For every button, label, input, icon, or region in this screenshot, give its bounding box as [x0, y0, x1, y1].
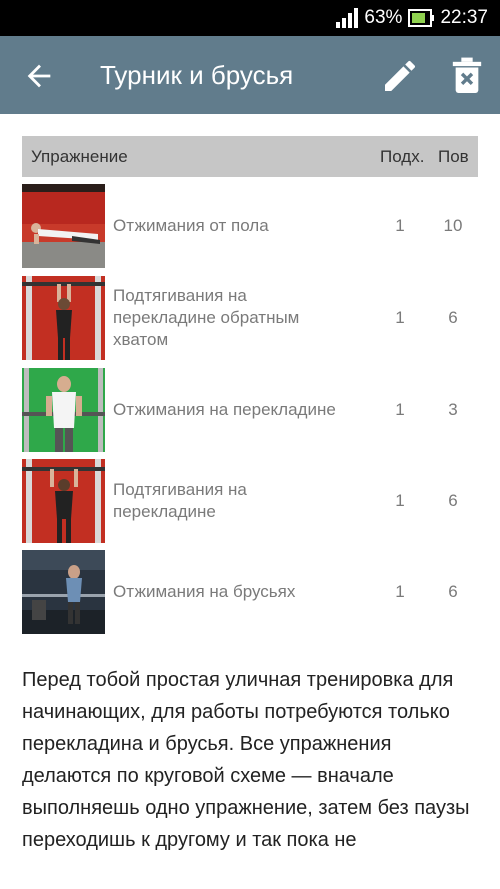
status-bar-right: 63% 22:37: [336, 0, 488, 36]
exercise-name: Отжимания на брусьях: [113, 582, 296, 601]
bar-dip-photo: [22, 368, 105, 452]
exercise-reps: 6: [448, 582, 458, 601]
column-header-exercise: Упражнение: [31, 147, 128, 166]
chinup-reverse-grip-photo: [22, 276, 105, 360]
exercise-reps: 6: [448, 308, 458, 327]
exercise-reps: 3: [448, 400, 458, 419]
exercise-sets: 1: [395, 491, 405, 510]
clock: 22:37: [440, 7, 488, 28]
exercise-reps: 6: [448, 491, 458, 510]
exercise-row[interactable]: Подтягивания на перекладине 1 6: [22, 459, 478, 543]
exercise-sets: 1: [395, 582, 405, 601]
column-header-reps: Пов: [438, 147, 469, 166]
exercise-row[interactable]: Подтягивания на перекладине обратным хва…: [22, 276, 478, 360]
parallel-bar-dip-photo: [22, 550, 105, 634]
exercise-row[interactable]: Отжимания от пола 1 10: [22, 184, 478, 268]
app-bar: Турник и брусья: [0, 36, 500, 114]
pullup-photo: [22, 459, 105, 543]
status-bar: 63% 22:37: [0, 0, 500, 36]
exercise-reps: 10: [443, 216, 463, 235]
exercise-row[interactable]: Отжимания на брусьях 1 6: [22, 550, 478, 634]
battery-icon: [408, 9, 435, 27]
exercise-name: Подтягивания на перекладине обратным хва…: [113, 286, 300, 349]
page-title: Турник и брусья: [100, 60, 294, 90]
exercise-sets: 1: [395, 400, 405, 419]
exercise-name: Отжимания от пола: [113, 216, 269, 235]
pushup-floor-photo: [22, 184, 105, 268]
exercise-row[interactable]: Отжимания на перекладине 1 3: [22, 368, 478, 452]
battery-percent: 63%: [364, 7, 403, 28]
signal-icon: [336, 8, 359, 28]
exercise-name: Подтягивания на перекладине: [113, 480, 247, 521]
workout-description: Перед тобой простая уличная тренировка д…: [22, 669, 470, 851]
arrow-back-icon[interactable]: [22, 59, 56, 93]
table-header: Упражнение Подх. Пов: [22, 136, 478, 177]
exercise-sets: 1: [395, 308, 405, 327]
exercise-sets: 1: [395, 216, 405, 235]
exercise-name: Отжимания на перекладине: [113, 400, 336, 419]
pencil-icon[interactable]: [380, 56, 420, 96]
column-header-sets: Подх.: [380, 147, 425, 166]
trash-x-icon[interactable]: [450, 56, 484, 96]
